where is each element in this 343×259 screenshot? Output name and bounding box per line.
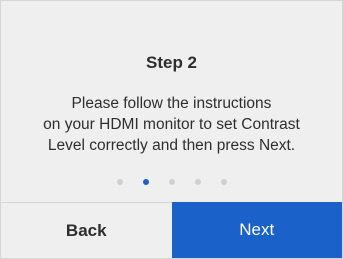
- next-button[interactable]: Next: [171, 202, 342, 258]
- instructions-text: Please follow the instructions on your H…: [11, 93, 332, 156]
- instructions-line-3: Level correctly and then press Next.: [47, 137, 296, 154]
- instructions-line-2: on your HDMI monitor to set Contrast: [43, 116, 300, 133]
- page-dot-3: [168, 179, 175, 185]
- back-button[interactable]: Back: [1, 202, 172, 258]
- page-dot-2-active: [142, 179, 149, 185]
- dialog-footer: Back Next: [1, 202, 342, 258]
- page-dot-5: [220, 179, 227, 185]
- page-dot-1: [116, 179, 123, 185]
- step-pager: [1, 177, 342, 187]
- instructions-line-1: Please follow the instructions: [71, 95, 272, 112]
- step-title: Step 2: [145, 53, 198, 72]
- page-dot-4: [194, 179, 201, 185]
- setup-wizard-dialog: Step 2 Please follow the instructions on…: [0, 0, 343, 259]
